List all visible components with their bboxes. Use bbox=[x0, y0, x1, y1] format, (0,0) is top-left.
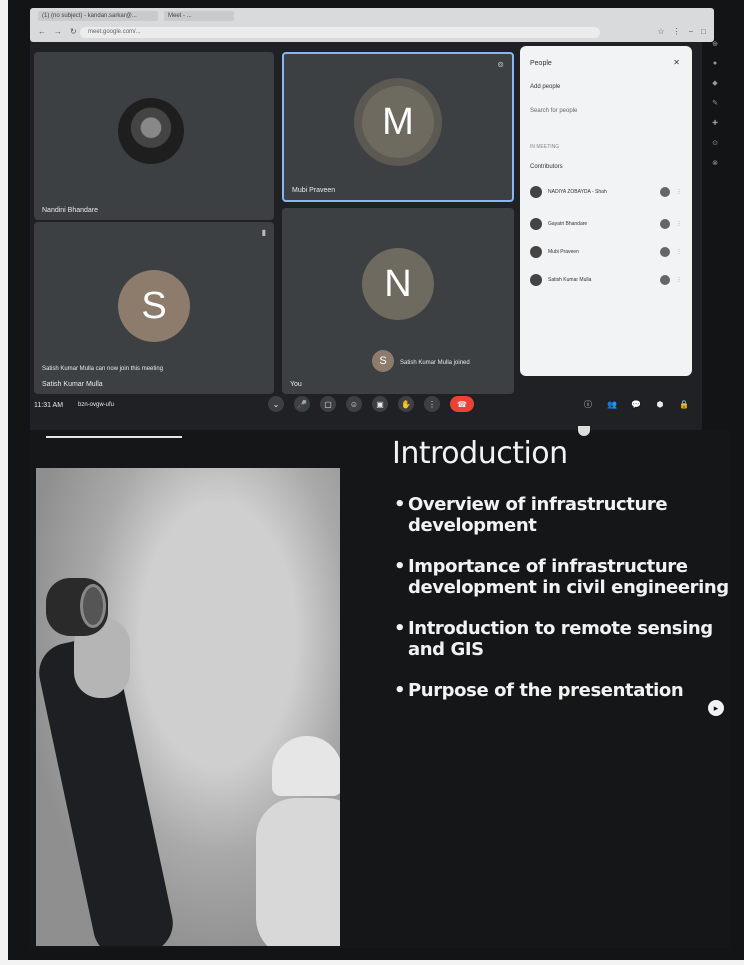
slide-cursor-icon[interactable]: ▸ bbox=[708, 700, 724, 716]
more-icon[interactable]: ⋮ bbox=[676, 249, 682, 255]
participant-photo-avatar bbox=[118, 98, 184, 164]
participant-avatar: S bbox=[118, 270, 190, 342]
rail-icon-5[interactable]: ✚ bbox=[712, 119, 718, 127]
browser-side-rail: ⊕ ● ◆ ✎ ✚ ⊙ ⊗ bbox=[708, 40, 722, 167]
leave-call-button[interactable]: ☎ bbox=[450, 396, 474, 412]
more-options-button[interactable]: ⋮ bbox=[424, 396, 440, 412]
avatar bbox=[530, 274, 542, 286]
browser-tab-mail[interactable]: (1) (no subject) - kandan.sarkar@... bbox=[38, 11, 158, 21]
rail-icon-1[interactable]: ⊕ bbox=[712, 40, 718, 48]
back-icon[interactable]: ← bbox=[38, 27, 46, 36]
chat-icon[interactable]: 💬 bbox=[628, 396, 644, 412]
people-icon[interactable]: 👥 bbox=[604, 396, 620, 412]
people-row[interactable]: NADIYA ZOBAYDA - Shah ⋮ bbox=[530, 182, 682, 202]
browser-menu-icon[interactable]: ⋮ bbox=[672, 27, 680, 36]
photo-shirt-shape bbox=[256, 798, 340, 946]
slide-divider bbox=[46, 436, 182, 438]
participant-tile-3[interactable]: ▮ S Satish Kumar Mulla can now join this… bbox=[34, 222, 274, 394]
avatar bbox=[530, 186, 542, 198]
join-notice: Satish Kumar Mulla can now join this mee… bbox=[42, 366, 164, 372]
avatar bbox=[530, 218, 542, 230]
meet-stage: Nandini Bhandare ⊚ M Mubi Praveen ▮ S Sa… bbox=[30, 42, 702, 432]
meeting-details-icon[interactable]: ⓘ bbox=[580, 396, 596, 412]
participant-avatar: M bbox=[362, 86, 434, 158]
participant-name: Nandini Bhandare bbox=[42, 207, 99, 214]
joined-avatar: S bbox=[372, 350, 394, 372]
participant-tile-2[interactable]: ⊚ M Mubi Praveen bbox=[282, 52, 514, 202]
more-icon[interactable]: ⋮ bbox=[676, 189, 682, 195]
pin-icon[interactable]: ⊚ bbox=[497, 60, 504, 69]
participant-name: You bbox=[290, 381, 302, 388]
raise-hand-button[interactable]: ✋ bbox=[398, 396, 414, 412]
reload-icon[interactable]: ↻ bbox=[70, 27, 77, 36]
slide-pointer-marker bbox=[578, 426, 590, 436]
joined-notice: Satish Kumar Mulla joined bbox=[400, 360, 470, 366]
people-row[interactable]: Gayatri Bhandare ⋮ bbox=[530, 214, 682, 234]
camera-toggle-button[interactable]: ▢ bbox=[320, 396, 336, 412]
slide-bullet-list: Overview of infrastructure development I… bbox=[394, 494, 732, 721]
participant-name: Mubi Praveen bbox=[292, 187, 336, 194]
mic-muted-icon: ▮ bbox=[261, 228, 266, 237]
maximize-icon[interactable]: □ bbox=[701, 27, 706, 36]
presentation-slide: Introduction Overview of infrastructure … bbox=[30, 426, 732, 948]
slide-bullet: Purpose of the presentation bbox=[394, 680, 732, 701]
browser-actions: ☆ ⋮ − □ bbox=[657, 27, 706, 36]
participant-name: Satish Kumar Mulla bbox=[42, 381, 103, 388]
rail-icon-6[interactable]: ⊙ bbox=[712, 139, 718, 147]
meet-control-bar: 11:31 AM bzn-ovgw-ufu ⌄ 🎤 ▢ ☺ ▣ ✋ ⋮ ☎ ⓘ … bbox=[30, 392, 702, 422]
address-bar[interactable]: meet.google.com/... bbox=[80, 27, 600, 38]
right-controls: ⓘ 👥 💬 ⬢ 🔒 bbox=[580, 396, 692, 412]
participant-avatar: N bbox=[362, 248, 434, 320]
participant-tile-1[interactable]: Nandini Bhandare bbox=[34, 52, 274, 220]
center-controls: ⌄ 🎤 ▢ ☺ ▣ ✋ ⋮ ☎ bbox=[268, 396, 474, 412]
close-icon[interactable]: ✕ bbox=[673, 58, 680, 67]
people-search-input[interactable]: Search for people bbox=[530, 108, 577, 114]
people-title: People bbox=[530, 60, 552, 67]
slide-title: Introduction bbox=[392, 436, 568, 471]
mic-icon[interactable] bbox=[660, 187, 670, 197]
mic-toggle-button[interactable]: 🎤 bbox=[294, 396, 310, 412]
people-row[interactable]: Satish Kumar Mulla ⋮ bbox=[530, 270, 682, 290]
mic-icon[interactable] bbox=[660, 219, 670, 229]
rail-icon-3[interactable]: ◆ bbox=[712, 79, 717, 87]
host-controls-icon[interactable]: 🔒 bbox=[676, 396, 692, 412]
people-row-name: NADIYA ZOBAYDA - Shah bbox=[548, 189, 607, 195]
browser-tab-meet[interactable]: Meet - ... bbox=[164, 11, 234, 21]
slide-bullet: Overview of infrastructure development bbox=[394, 494, 732, 536]
more-options-chevron-icon[interactable]: ⌄ bbox=[268, 396, 284, 412]
slide-photo bbox=[36, 468, 340, 946]
minimize-icon[interactable]: − bbox=[688, 27, 693, 36]
slide-bullet: Importance of infrastructure development… bbox=[394, 556, 732, 598]
nav-buttons: ← → ↻ bbox=[38, 27, 77, 36]
mic-icon[interactable] bbox=[660, 275, 670, 285]
contributors-label[interactable]: Contributors bbox=[530, 164, 563, 170]
forward-icon[interactable]: → bbox=[54, 27, 62, 36]
browser-chrome: (1) (no subject) - kandan.sarkar@... Mee… bbox=[30, 8, 714, 42]
more-icon[interactable]: ⋮ bbox=[676, 221, 682, 227]
people-panel: People ✕ Add people Search for people IN… bbox=[520, 46, 692, 376]
people-row-name: Gayatri Bhandare bbox=[548, 221, 588, 227]
avatar bbox=[530, 246, 542, 258]
emoji-reaction-button[interactable]: ☺ bbox=[346, 396, 362, 412]
add-people-button[interactable]: Add people bbox=[530, 84, 560, 90]
participant-tile-self[interactable]: N S Satish Kumar Mulla joined You bbox=[282, 208, 514, 394]
photo-binocular-lens bbox=[80, 584, 106, 628]
activities-icon[interactable]: ⬢ bbox=[652, 396, 668, 412]
rail-icon-2[interactable]: ● bbox=[713, 60, 717, 67]
people-row-name: Satish Kumar Mulla bbox=[548, 277, 592, 283]
present-screen-button[interactable]: ▣ bbox=[372, 396, 388, 412]
people-row[interactable]: Mubi Praveen ⋮ bbox=[530, 242, 682, 262]
slide-bullet: Introduction to remote sensing and GIS bbox=[394, 618, 732, 660]
rail-icon-4[interactable]: ✎ bbox=[712, 99, 718, 107]
people-row-name: Mubi Praveen bbox=[548, 249, 579, 255]
tab-bar: (1) (no subject) - kandan.sarkar@... Mee… bbox=[30, 8, 714, 24]
more-icon[interactable]: ⋮ bbox=[676, 277, 682, 283]
meeting-time: 11:31 AM bbox=[34, 402, 64, 409]
meeting-code: bzn-ovgw-ufu bbox=[78, 402, 115, 408]
section-label: IN MEETING bbox=[530, 144, 560, 150]
bookmark-star-icon[interactable]: ☆ bbox=[657, 27, 664, 36]
mic-icon[interactable] bbox=[660, 247, 670, 257]
photo-hat-shape bbox=[272, 736, 340, 796]
rail-icon-7[interactable]: ⊗ bbox=[712, 159, 718, 167]
